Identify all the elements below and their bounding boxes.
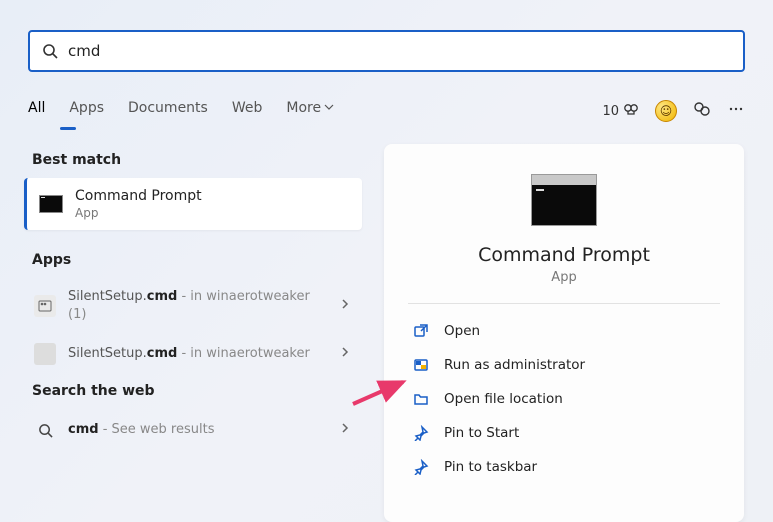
pin-icon	[412, 424, 430, 442]
action-run-admin[interactable]: Run as administrator	[408, 348, 720, 382]
section-apps: Apps	[22, 244, 362, 278]
action-open-label: Open	[444, 323, 480, 339]
app-result-0[interactable]: SilentSetup.cmd - in winaerotweaker (1)	[22, 278, 362, 333]
tab-web[interactable]: Web	[232, 100, 263, 122]
generic-file-icon	[34, 343, 56, 365]
preview-actions: Open Run as administrator Open file loca…	[408, 314, 720, 484]
search-icon	[42, 43, 58, 59]
action-pin-start-label: Pin to Start	[444, 425, 519, 441]
preview-title: Command Prompt	[478, 244, 650, 266]
best-match-subtitle: App	[75, 206, 202, 220]
section-search-web: Search the web	[22, 375, 362, 409]
chevron-right-icon[interactable]	[340, 298, 350, 314]
app-result-1-match: cmd	[147, 346, 178, 361]
app-result-1[interactable]: SilentSetup.cmd - in winaerotweaker	[22, 333, 362, 375]
best-match-title: Command Prompt	[75, 188, 202, 204]
cmd-file-icon	[34, 295, 56, 317]
filter-tabs: All Apps Documents Web More 10 ☺	[28, 96, 745, 126]
search-box[interactable]	[28, 30, 745, 72]
action-pin-taskbar-label: Pin to taskbar	[444, 459, 537, 475]
tab-more[interactable]: More	[286, 100, 334, 122]
command-prompt-icon-large	[531, 174, 597, 226]
action-open-location[interactable]: Open file location	[408, 382, 720, 416]
open-icon	[412, 322, 430, 340]
tab-more-label: More	[286, 100, 321, 116]
rewards-points[interactable]: 10	[602, 103, 639, 119]
rewards-count: 10	[602, 104, 619, 119]
divider	[408, 303, 720, 304]
preview-subtitle: App	[551, 270, 576, 285]
section-best-match: Best match	[22, 144, 362, 178]
best-match-result[interactable]: Command Prompt App	[24, 178, 362, 230]
action-pin-start[interactable]: Pin to Start	[408, 416, 720, 450]
shield-icon	[412, 356, 430, 374]
app-result-1-suffix: - in winaerotweaker	[177, 346, 310, 361]
action-open[interactable]: Open	[408, 314, 720, 348]
search-input[interactable]	[68, 42, 731, 60]
action-open-location-label: Open file location	[444, 391, 563, 407]
pin-icon	[412, 458, 430, 476]
chevron-right-icon[interactable]	[340, 346, 350, 362]
web-result[interactable]: cmd - See web results	[22, 409, 362, 451]
active-tab-underline	[60, 127, 76, 130]
action-run-admin-label: Run as administrator	[444, 357, 585, 373]
search-icon	[34, 419, 56, 441]
app-result-0-name-a: SilentSetup.	[68, 289, 147, 304]
app-result-0-match: cmd	[147, 289, 178, 304]
app-result-1-name-a: SilentSetup.	[68, 346, 147, 361]
tab-apps[interactable]: Apps	[69, 100, 104, 122]
chat-icon[interactable]	[693, 100, 711, 122]
chevron-right-icon[interactable]	[340, 422, 350, 438]
tab-documents[interactable]: Documents	[128, 100, 208, 122]
profile-avatar[interactable]: ☺	[655, 100, 677, 122]
results-left-column: Best match Command Prompt App Apps Silen…	[22, 144, 362, 451]
web-result-suffix: - See web results	[99, 422, 215, 437]
command-prompt-icon	[39, 195, 63, 213]
trophy-icon	[623, 103, 639, 119]
more-options-icon[interactable]	[727, 100, 745, 122]
action-pin-taskbar[interactable]: Pin to taskbar	[408, 450, 720, 484]
web-result-query: cmd	[68, 422, 99, 437]
preview-panel: Command Prompt App Open Run as administr…	[384, 144, 744, 522]
folder-icon	[412, 390, 430, 408]
chevron-down-icon	[324, 100, 334, 116]
tab-all[interactable]: All	[28, 100, 45, 122]
